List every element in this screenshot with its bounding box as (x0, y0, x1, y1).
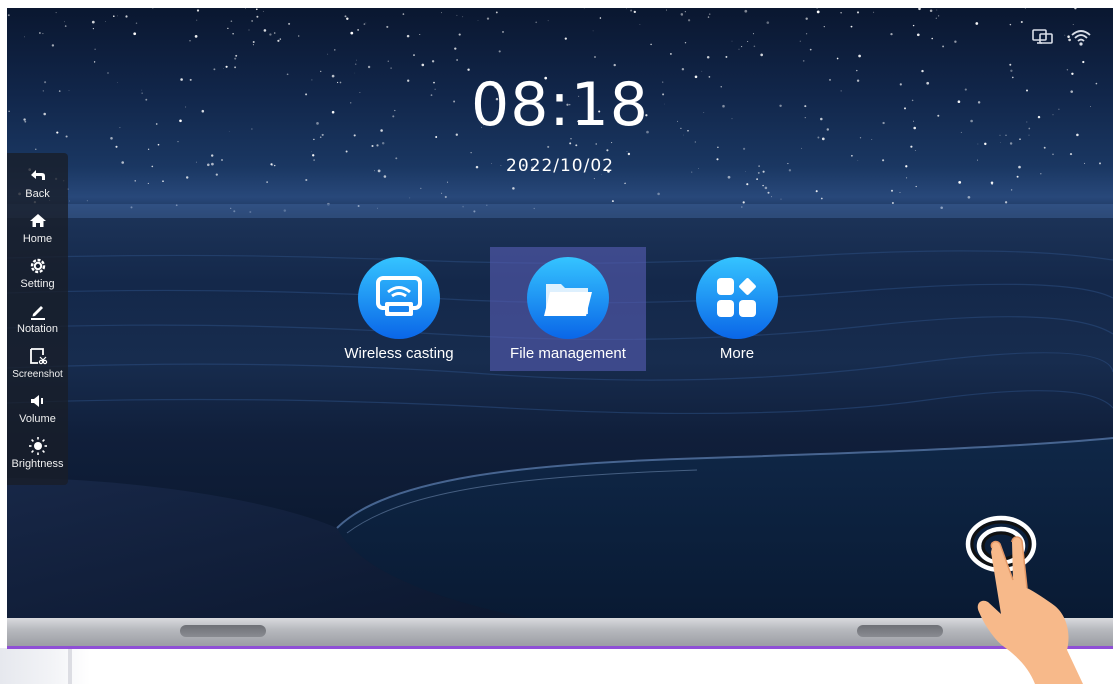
wireless-casting-icon (358, 257, 440, 339)
side-toolbar: Back Home Setting Notation Screenshot Vo… (7, 153, 68, 485)
sidebar-item-back[interactable]: Back (7, 166, 68, 210)
app-more[interactable]: More (659, 247, 815, 371)
sidebar-label-setting: Setting (20, 278, 55, 290)
display-bezel (7, 618, 1113, 646)
sidebar-label-back: Back (25, 188, 50, 200)
sidebar-item-setting[interactable]: Setting (7, 256, 68, 300)
sidebar-item-volume[interactable]: Volume (7, 391, 68, 435)
touch-hand-icon (965, 515, 1083, 684)
back-arrow-icon (28, 166, 48, 186)
status-bar (1032, 28, 1092, 46)
gear-icon (28, 256, 48, 276)
speaker-icon (28, 391, 48, 411)
speaker-grille-right (857, 625, 943, 637)
screen-canvas: 08:18 2022/10/02 Back Home Setting Notat (0, 0, 1113, 684)
sidebar-label-home: Home (22, 233, 53, 245)
background-strip (0, 648, 90, 684)
pen-icon (28, 301, 48, 321)
sun-icon (28, 436, 48, 456)
app-file-management[interactable]: File management (490, 247, 646, 371)
sidebar-item-home[interactable]: Home (7, 211, 68, 255)
sidebar-label-brightness: Brightness (11, 458, 64, 470)
app-label-wireless-casting: Wireless casting (344, 345, 454, 362)
folder-icon (527, 257, 609, 339)
sidebar-item-screenshot[interactable]: Screenshot (7, 346, 68, 390)
bezel-accent-line (7, 646, 1113, 649)
sidebar-label-notation: Notation (17, 323, 58, 335)
app-wireless-casting[interactable]: Wireless casting (321, 247, 477, 371)
screenshot-icon (28, 346, 48, 366)
sidebar-item-notation[interactable]: Notation (7, 301, 68, 345)
clock-date: 2022/10/02 (506, 156, 614, 176)
sidebar-label-screenshot: Screenshot (12, 369, 63, 380)
home-icon (28, 211, 48, 231)
sidebar-item-brightness[interactable]: Brightness (7, 436, 68, 480)
clock-time: 08:18 (471, 70, 649, 140)
wifi-icon (1070, 28, 1092, 46)
speaker-grille-left (180, 625, 266, 637)
screen-cast-icon (1032, 28, 1054, 46)
apps-grid-icon (696, 257, 778, 339)
sidebar-label-volume: Volume (19, 413, 56, 425)
app-label-more: More (719, 345, 755, 362)
app-label-file-management: File management (510, 345, 626, 362)
